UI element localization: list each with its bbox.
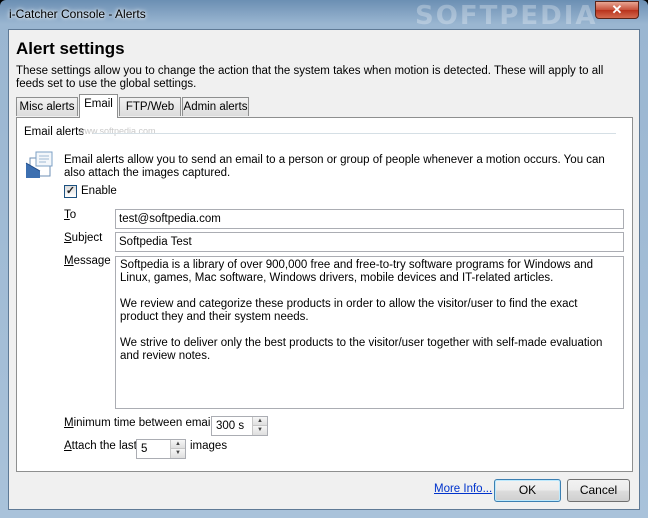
min-time-label: Minimum time between emails bbox=[64, 417, 219, 429]
enable-checkbox[interactable]: ✓ bbox=[64, 185, 77, 198]
attach-suffix: images bbox=[190, 440, 228, 452]
spin-down-icon[interactable]: ▼ bbox=[252, 426, 267, 435]
email-tab-panel: Email alerts www.softpedia.com Email ale… bbox=[16, 117, 633, 472]
dialog-client: Alert settings These settings allow you … bbox=[8, 29, 640, 510]
watermark: SOFTPEDIA bbox=[415, 1, 598, 31]
min-time-spinner[interactable]: 300 s ▲ ▼ bbox=[211, 416, 268, 436]
close-button[interactable]: ✕ bbox=[595, 1, 639, 19]
spin-down-icon[interactable]: ▼ bbox=[170, 449, 185, 458]
spin-up-icon[interactable]: ▲ bbox=[170, 440, 185, 449]
tab-ftp-web[interactable]: FTP/Web bbox=[119, 97, 181, 116]
group-divider bbox=[93, 133, 616, 134]
enable-label[interactable]: Enable bbox=[81, 185, 117, 197]
attach-label: Attach the last bbox=[64, 440, 137, 452]
subject-label: Subject bbox=[64, 232, 103, 244]
tab-admin-alerts[interactable]: Admin alerts bbox=[182, 97, 249, 116]
more-info-link[interactable]: More Info... bbox=[434, 483, 492, 495]
cancel-button[interactable]: Cancel bbox=[567, 479, 630, 502]
group-label: Email alerts bbox=[24, 126, 85, 138]
page-title: Alert settings bbox=[16, 39, 125, 58]
min-time-spin-buttons: ▲ ▼ bbox=[252, 417, 267, 435]
message-paragraph: Softpedia is a library of over 900,000 f… bbox=[120, 259, 594, 284]
message-paragraph: We strive to deliver only the best produ… bbox=[120, 337, 603, 362]
group-watermark: www.softpedia.com bbox=[78, 126, 156, 136]
spin-up-icon[interactable]: ▲ bbox=[252, 417, 267, 426]
message-label: Message bbox=[64, 255, 111, 267]
title-bar[interactable]: i-Catcher Console - Alerts SOFTPEDIA ✕ bbox=[0, 0, 648, 31]
to-field[interactable]: test@softpedia.com bbox=[115, 209, 624, 229]
message-paragraph: We review and categorize these products … bbox=[120, 298, 578, 323]
page-description: These settings allow you to change the a… bbox=[16, 65, 604, 90]
tab-email[interactable]: Email bbox=[79, 94, 118, 118]
ok-button[interactable]: OK bbox=[494, 479, 561, 502]
alerts-window: i-Catcher Console - Alerts SOFTPEDIA ✕ A… bbox=[0, 0, 648, 518]
to-label: To bbox=[64, 209, 77, 221]
attach-spin-buttons: ▲ ▼ bbox=[170, 440, 185, 458]
message-textarea[interactable]: Softpedia is a library of over 900,000 f… bbox=[115, 256, 624, 409]
attach-spinner[interactable]: 5 ▲ ▼ bbox=[136, 439, 186, 459]
email-info-text: Email alerts allow you to send an email … bbox=[64, 154, 605, 179]
min-time-value: 300 s bbox=[216, 420, 245, 432]
attach-value: 5 bbox=[141, 443, 148, 455]
tab-misc-alerts[interactable]: Misc alerts bbox=[16, 97, 78, 116]
window-title: i-Catcher Console - Alerts bbox=[9, 7, 146, 21]
mail-envelope-icon bbox=[25, 151, 53, 178]
subject-field[interactable]: Softpedia Test bbox=[115, 232, 624, 252]
close-icon: ✕ bbox=[611, 2, 623, 17]
